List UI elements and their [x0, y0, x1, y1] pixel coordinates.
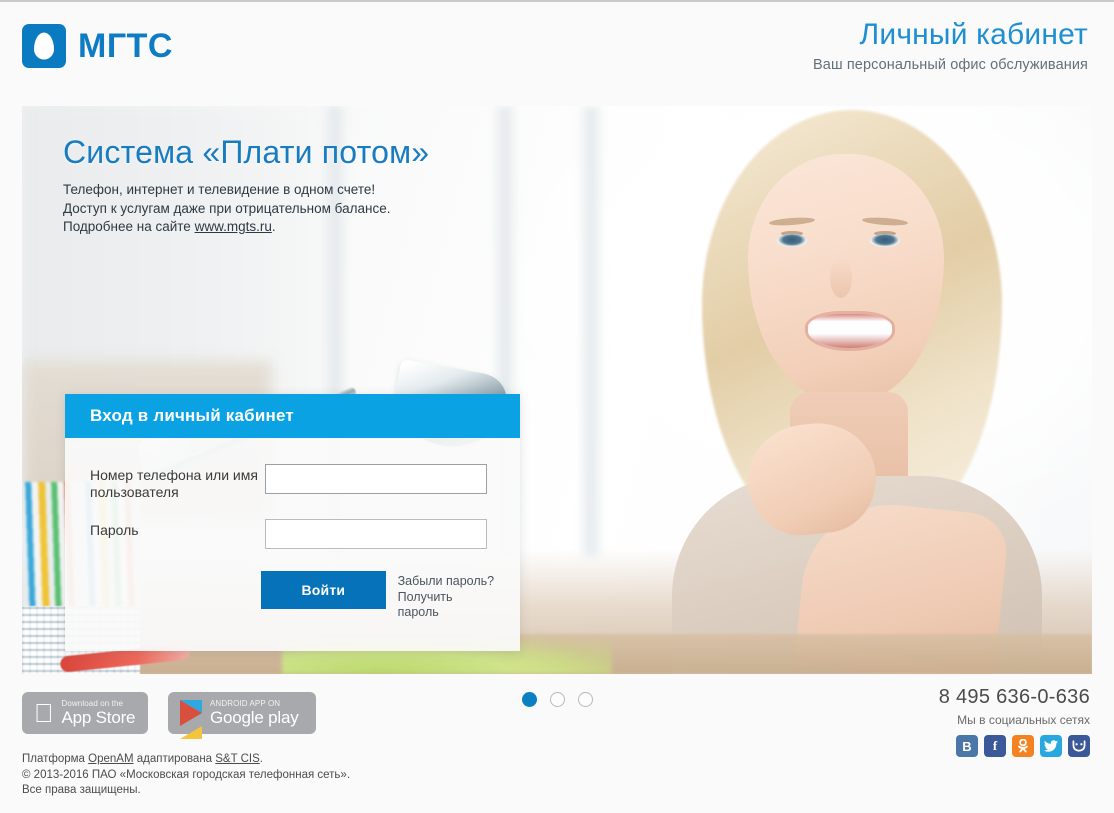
password-row: Пароль	[90, 519, 495, 549]
social-networks-label: Мы в социальных сетях	[957, 713, 1090, 727]
hero-line-3-suffix: .	[271, 219, 276, 234]
username-row: Номер телефона или имя пользователя	[90, 464, 495, 501]
login-actions: Войти Забыли пароль? Получить пароль	[90, 571, 495, 621]
hero-line-1: Телефон, интернет и телевидение в одном …	[63, 182, 376, 197]
legal-platform-suffix: .	[259, 753, 263, 765]
social-icons-list: B f	[939, 735, 1090, 757]
model-nose	[830, 258, 852, 298]
model-smile	[808, 314, 892, 348]
carousel-pagination	[0, 692, 1114, 707]
header-titles: Личный кабинет Ваш персональный офис обс…	[813, 18, 1088, 73]
login-card: Вход в личный кабинет Номер телефона или…	[65, 394, 520, 651]
get-password-link[interactable]: Получить пароль	[398, 590, 495, 621]
facebook-icon[interactable]: f	[984, 735, 1006, 757]
hero-banner: Система «Плати потом» Телефон, интернет …	[22, 106, 1092, 674]
carousel-dot-2[interactable]	[549, 692, 565, 707]
legal-line-3: Все права защищены.	[22, 784, 141, 796]
login-card-title: Вход в личный кабинет	[90, 406, 294, 425]
ok-glyph	[1018, 739, 1028, 753]
hero-description: Телефон, интернет и телевидение в одном …	[63, 181, 429, 237]
carousel-dot-1[interactable]	[521, 692, 537, 707]
google-play-badge-main: Google play	[210, 708, 299, 727]
model-eye-right	[870, 234, 900, 247]
login-form: Номер телефона или имя пользователя Паро…	[65, 438, 520, 651]
forgot-password-link[interactable]: Забыли пароль?	[398, 574, 495, 590]
legal-line-1: Платформа OpenAM адаптирована S&T CIS.	[22, 752, 350, 768]
legal-line-2: © 2013-2016 ПАО «Московская городская те…	[22, 768, 351, 781]
hero-line-3: Подробнее на сайте www.mgts.ru.	[63, 218, 429, 237]
vk-icon[interactable]: B	[956, 735, 978, 757]
st-cis-link[interactable]: S&T CIS	[215, 753, 260, 765]
login-card-header: Вход в личный кабинет	[65, 394, 520, 438]
smiley-glyph	[1072, 740, 1086, 752]
drop-shape	[34, 32, 54, 60]
site-header: МГТС Личный кабинет Ваш персональный офи…	[0, 2, 1114, 102]
twitter-icon[interactable]	[1040, 735, 1062, 757]
hero-title: Система «Плати потом»	[63, 134, 430, 170]
page-root: МГТС Личный кабинет Ваш персональный офи…	[0, 0, 1114, 813]
hero-line-3-prefix: Подробнее на сайте	[63, 219, 195, 234]
carousel-dot-3[interactable]	[577, 692, 593, 707]
hero-model-photo	[552, 106, 1092, 674]
mgts-drop-logo-icon	[22, 24, 66, 68]
forgot-password-block: Забыли пароль? Получить пароль	[398, 571, 495, 621]
odnoklassniki-icon[interactable]	[1012, 735, 1034, 757]
app-store-badge-main: App Store	[42, 708, 136, 727]
twitter-bird-glyph	[1044, 740, 1058, 752]
hero-line-2: Доступ к услугам даже при отрицательном …	[63, 200, 391, 216]
legal-text: Платформа OpenAM адаптирована S&T CIS. ©…	[22, 752, 350, 799]
page-title: Личный кабинет	[859, 18, 1088, 51]
openam-link[interactable]: OpenAM	[88, 753, 133, 765]
model-eye-left	[777, 234, 807, 247]
legal-platform-prefix: Платформа	[22, 753, 89, 765]
password-input[interactable]	[265, 519, 487, 549]
username-label: Номер телефона или имя пользователя	[90, 467, 258, 500]
password-label: Пароль	[90, 522, 139, 538]
logo-wordmark: МГТС	[78, 27, 173, 65]
login-submit-button[interactable]: Войти	[261, 571, 386, 609]
username-input[interactable]	[265, 464, 487, 494]
page-subtitle: Ваш персональный офис обслуживания	[813, 56, 1088, 73]
mgts-site-link[interactable]: www.mgts.ru	[195, 219, 272, 234]
hero-copy: Система «Плати потом» Телефон, интернет …	[63, 134, 429, 237]
mgts-logo[interactable]: МГТС	[22, 24, 173, 68]
legal-platform-mid: адаптирована	[133, 753, 216, 765]
moimir-icon[interactable]	[1068, 735, 1090, 757]
